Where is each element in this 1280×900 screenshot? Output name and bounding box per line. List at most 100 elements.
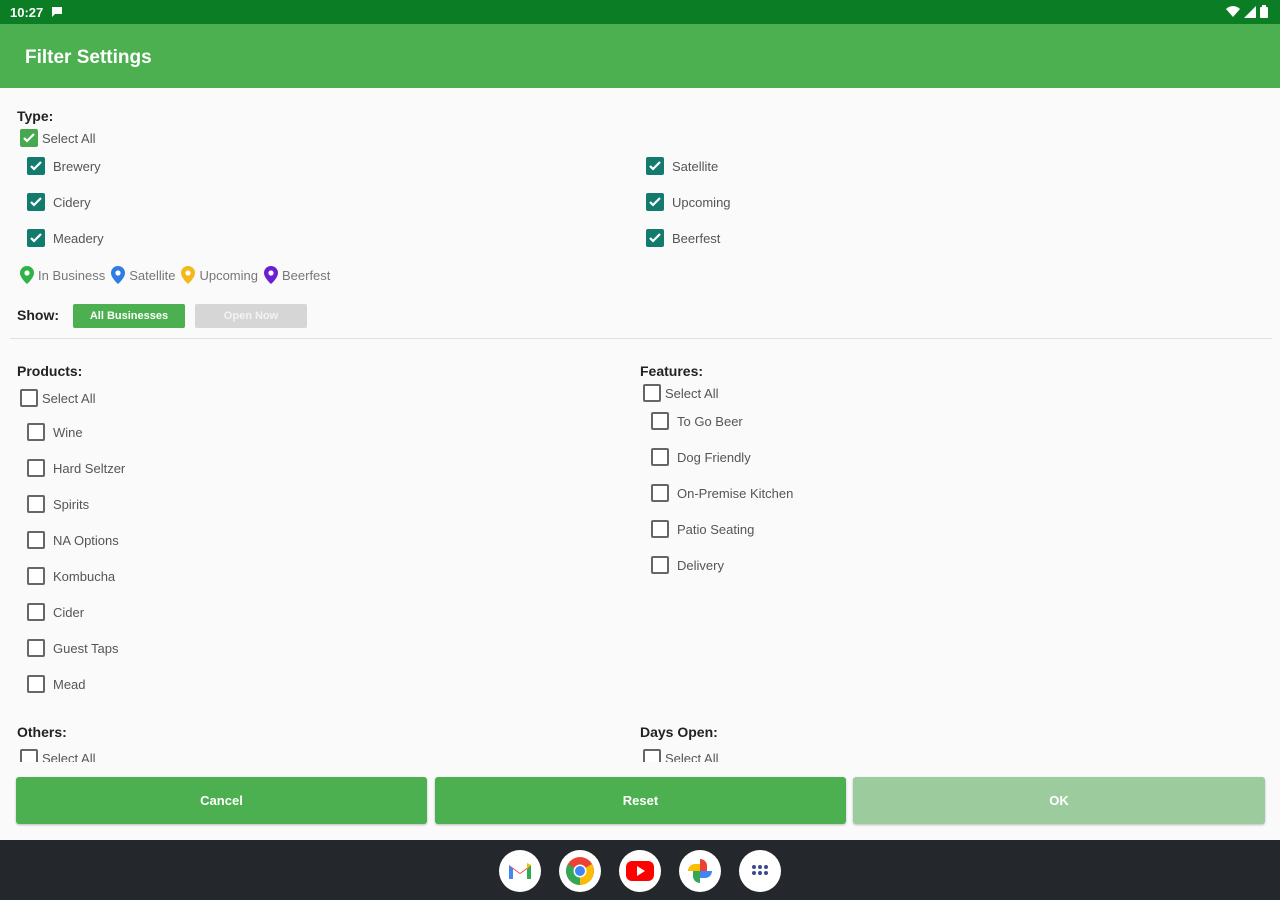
system-icons bbox=[1226, 5, 1268, 18]
type-select-all-checkbox[interactable]: Select All bbox=[20, 129, 95, 147]
legend-in-business: In Business bbox=[20, 266, 105, 284]
photos-icon[interactable] bbox=[679, 850, 721, 892]
feature-on-premise-kitchen-checkbox[interactable]: On-Premise Kitchen bbox=[651, 484, 793, 502]
legend-beerfest: Beerfest bbox=[263, 266, 331, 284]
cancel-button[interactable]: Cancel bbox=[16, 777, 427, 824]
checkbox-label: Kombucha bbox=[53, 568, 116, 584]
days-open-label: Days Open: bbox=[640, 724, 718, 740]
app-drawer-icon[interactable] bbox=[739, 850, 781, 892]
all-businesses-button[interactable]: All Businesses bbox=[73, 304, 185, 328]
others-select-all-checkbox[interactable]: Select All bbox=[20, 749, 95, 762]
checkbox-label: Select All bbox=[665, 385, 719, 401]
page-title: Filter Settings bbox=[25, 47, 152, 68]
checkbox-label: Select All bbox=[42, 750, 96, 763]
checkbox-box bbox=[646, 193, 664, 211]
feature-patio-seating-checkbox[interactable]: Patio Seating bbox=[651, 520, 754, 538]
map-pin-legend: In Business Satellite Upcoming Beerfest bbox=[20, 266, 336, 284]
checkbox-box bbox=[643, 384, 661, 402]
checkbox-label: Hard Seltzer bbox=[53, 460, 126, 476]
checkbox-label: Beerfest bbox=[672, 230, 721, 246]
features-label: Features: bbox=[640, 363, 704, 379]
checkbox-box bbox=[27, 531, 45, 549]
ok-button[interactable]: OK bbox=[853, 777, 1265, 824]
dialog-actions: Cancel Reset OK bbox=[0, 762, 1280, 840]
feature-to-go-beer-checkbox[interactable]: To Go Beer bbox=[651, 412, 743, 430]
checkbox-label: Satellite bbox=[672, 158, 719, 174]
taskbar-dock bbox=[0, 840, 1280, 900]
checkbox-box bbox=[651, 520, 669, 538]
map-pin-icon bbox=[263, 266, 278, 284]
product-na-options-checkbox[interactable]: NA Options bbox=[27, 531, 119, 549]
type-cidery-checkbox[interactable]: Cidery bbox=[27, 193, 91, 211]
product-wine-checkbox[interactable]: Wine bbox=[27, 423, 83, 441]
battery-icon bbox=[1260, 5, 1268, 18]
gmail-icon[interactable] bbox=[499, 850, 541, 892]
product-kombucha-checkbox[interactable]: Kombucha bbox=[27, 567, 115, 585]
checkbox-box bbox=[651, 484, 669, 502]
checkbox-label: To Go Beer bbox=[677, 413, 743, 429]
checkbox-label: Patio Seating bbox=[677, 521, 755, 537]
checkbox-box bbox=[27, 603, 45, 621]
feature-delivery-checkbox[interactable]: Delivery bbox=[651, 556, 724, 574]
product-mead-checkbox[interactable]: Mead bbox=[27, 675, 86, 693]
chrome-icon[interactable] bbox=[559, 850, 601, 892]
checkbox-box bbox=[27, 229, 45, 247]
checkbox-box bbox=[27, 193, 45, 211]
product-hard-seltzer-checkbox[interactable]: Hard Seltzer bbox=[27, 459, 125, 477]
message-icon bbox=[51, 6, 63, 21]
legend-satellite: Satellite bbox=[111, 266, 175, 284]
checkbox-label: Brewery bbox=[53, 158, 101, 174]
map-pin-icon bbox=[20, 266, 34, 284]
days-open-select-all-checkbox[interactable]: Select All bbox=[643, 749, 718, 762]
checkbox-box bbox=[20, 389, 38, 407]
checkbox-label: Select All bbox=[42, 130, 96, 146]
youtube-icon[interactable] bbox=[619, 850, 661, 892]
section-divider bbox=[10, 338, 1272, 339]
checkbox-box bbox=[646, 157, 664, 175]
product-guest-taps-checkbox[interactable]: Guest Taps bbox=[27, 639, 119, 657]
checkbox-box bbox=[651, 448, 669, 466]
checkbox-label: Spirits bbox=[53, 496, 90, 512]
type-meadery-checkbox[interactable]: Meadery bbox=[27, 229, 104, 247]
product-cider-checkbox[interactable]: Cider bbox=[27, 603, 84, 621]
checkbox-box bbox=[646, 229, 664, 247]
type-satellite-checkbox[interactable]: Satellite bbox=[646, 157, 718, 175]
checkbox-box bbox=[651, 412, 669, 430]
signal-icon bbox=[1244, 5, 1256, 18]
type-brewery-checkbox[interactable]: Brewery bbox=[27, 157, 101, 175]
checkbox-label: Cidery bbox=[53, 194, 91, 210]
products-select-all-checkbox[interactable]: Select All bbox=[20, 389, 95, 407]
checkbox-box bbox=[20, 129, 38, 147]
checkbox-label: On-Premise Kitchen bbox=[677, 485, 794, 501]
checkbox-label: Meadery bbox=[53, 230, 104, 246]
checkbox-box bbox=[651, 556, 669, 574]
wifi-icon bbox=[1226, 5, 1240, 17]
map-pin-icon bbox=[111, 266, 126, 284]
checkbox-box bbox=[27, 639, 45, 657]
checkbox-box bbox=[27, 157, 45, 175]
type-label: Type: bbox=[17, 108, 54, 124]
checkbox-label: NA Options bbox=[53, 532, 119, 548]
legend-label: Beerfest bbox=[281, 267, 331, 283]
checkbox-box bbox=[27, 423, 45, 441]
checkbox-label: Mead bbox=[53, 676, 86, 692]
feature-dog-friendly-checkbox[interactable]: Dog Friendly bbox=[651, 448, 751, 466]
type-beerfest-checkbox[interactable]: Beerfest bbox=[646, 229, 720, 247]
others-label: Others: bbox=[17, 724, 67, 740]
open-now-button[interactable]: Open Now bbox=[195, 304, 307, 328]
status-bar: 10:27 bbox=[0, 0, 1280, 24]
filter-content[interactable]: Type: Select All Brewery Cidery Meadery … bbox=[0, 88, 1280, 762]
checkbox-label: Guest Taps bbox=[53, 640, 119, 656]
product-spirits-checkbox[interactable]: Spirits bbox=[27, 495, 89, 513]
checkbox-box bbox=[643, 749, 661, 762]
features-select-all-checkbox[interactable]: Select All bbox=[643, 384, 718, 402]
map-pin-icon bbox=[181, 266, 196, 284]
app-bar: Filter Settings bbox=[0, 24, 1280, 88]
reset-button[interactable]: Reset bbox=[435, 777, 846, 824]
checkbox-label: Delivery bbox=[677, 557, 724, 573]
legend-label: Satellite bbox=[129, 267, 176, 283]
checkbox-label: Dog Friendly bbox=[677, 449, 751, 465]
checkbox-label: Upcoming bbox=[672, 194, 731, 210]
checkbox-box bbox=[27, 495, 45, 513]
type-upcoming-checkbox[interactable]: Upcoming bbox=[646, 193, 731, 211]
